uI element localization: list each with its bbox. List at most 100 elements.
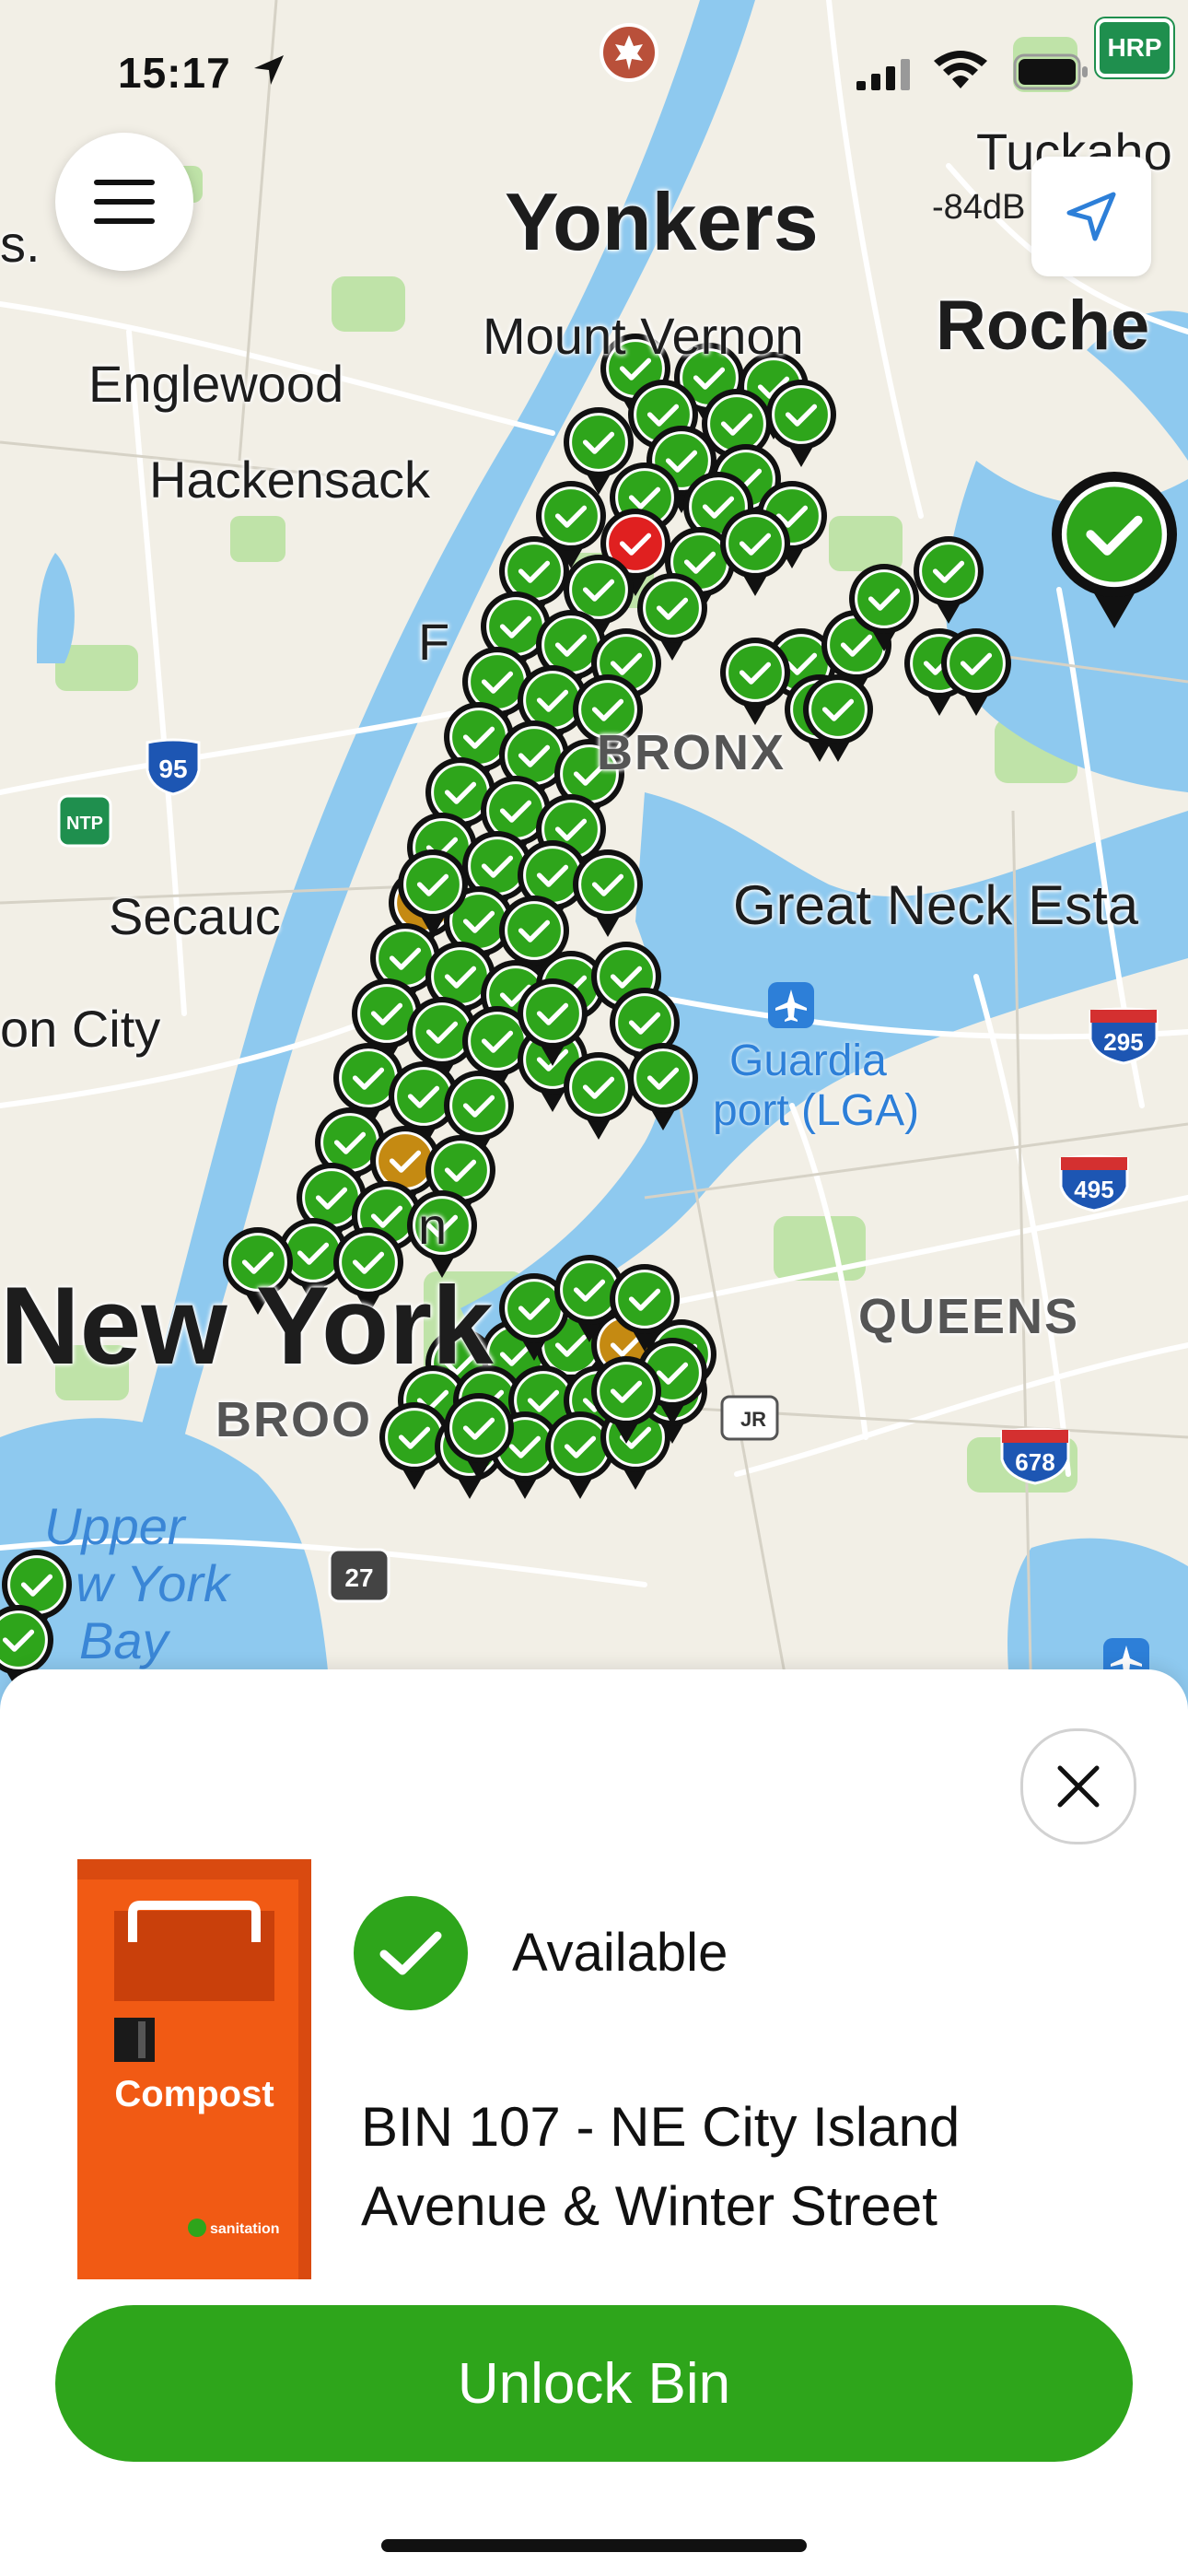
availability-status: Available	[512, 1923, 728, 1983]
bin-pin-fill	[855, 569, 914, 628]
bin-pin-fill	[431, 947, 490, 1006]
label-yonkers: Yonkers	[505, 176, 819, 267]
bin-pin-fill	[486, 781, 545, 840]
bin-pin-fill	[707, 394, 766, 453]
cellular-signal-icon	[856, 59, 910, 90]
bin-pin-fill	[523, 846, 582, 905]
label-englewood: Englewood	[88, 355, 344, 413]
sanitation-logo: sanitation	[210, 2221, 280, 2237]
bin-pin-fill	[413, 1002, 472, 1061]
bin-pin-fill	[449, 1076, 508, 1135]
svg-text:NTP: NTP	[66, 814, 103, 834]
locate-me-button[interactable]	[1031, 157, 1151, 276]
label-hackensack: Hackensack	[149, 451, 431, 509]
interstate-shield-495: 495	[1059, 1154, 1129, 1212]
label-upper-bay-3: Bay	[79, 1611, 169, 1669]
bin-pin-fill	[551, 1417, 610, 1476]
close-icon	[1057, 1765, 1100, 1808]
bin-pin-fill	[505, 1279, 564, 1338]
bin-pin-fill	[523, 671, 582, 730]
label-jersey-city: on City	[0, 1000, 161, 1058]
signal-readout: -84dB	[932, 188, 1026, 227]
bin-pin-fill	[339, 1048, 398, 1107]
bin-pin-fill	[809, 680, 868, 739]
unlock-bin-button[interactable]: Unlock Bin	[55, 2305, 1133, 2462]
bin-address: BIN 107 - NE City Island Avenue & Winter…	[361, 2096, 961, 2237]
label-upper-bay-1: Upper	[44, 1497, 185, 1555]
bin-pin-fill	[560, 1260, 619, 1319]
label-new-york: New York	[0, 1264, 494, 1388]
bin-pin-fill	[569, 560, 628, 619]
bin-pin-fill	[726, 514, 785, 573]
bin-pin-fill	[468, 1012, 527, 1071]
bin-pin-fill	[634, 1048, 693, 1107]
bin-pin-fill	[505, 542, 564, 601]
svg-text:JR: JR	[740, 1408, 766, 1431]
label-queens: QUEENS	[858, 1289, 1080, 1344]
bin-pin-fill	[431, 1141, 490, 1200]
bin-pin-fill	[578, 855, 637, 914]
svg-text:27: 27	[344, 1563, 373, 1592]
bin-pin-fill	[597, 1362, 656, 1421]
location-arrow-icon	[254, 55, 284, 85]
bin-pin-fill	[468, 652, 527, 711]
ntp-shield: NTP	[57, 794, 112, 848]
bin-pin-fill	[468, 837, 527, 896]
label-upper-bay-2: w York	[76, 1554, 230, 1612]
bin-pin-fill	[357, 984, 416, 1043]
interstate-shield-295: 295	[1089, 1007, 1159, 1065]
route-shield-27: 27	[328, 1548, 390, 1603]
bin-pin-fill	[431, 763, 490, 822]
label-secaucus: Secauc	[109, 887, 281, 945]
bin-pin-fill	[772, 385, 831, 444]
status-bar: 15:17 HRP	[0, 0, 1188, 147]
available-status-icon	[354, 1896, 468, 2010]
compost-label: Compost	[114, 2074, 274, 2114]
svg-text:95: 95	[158, 755, 187, 783]
bin-pin-fill	[394, 1067, 453, 1126]
checkmark-icon	[379, 1931, 442, 1975]
label-brooklyn: BROO	[215, 1392, 372, 1447]
svg-text:295: 295	[1103, 1028, 1143, 1056]
bin-pin-fill	[320, 1113, 379, 1172]
label-laguardia-1: Guardia	[729, 1036, 887, 1085]
svg-text:495: 495	[1074, 1176, 1113, 1203]
bin-pin-fill	[569, 413, 628, 472]
bin-pin-fill	[505, 901, 564, 960]
bin-pin-fill	[449, 1399, 508, 1458]
label-mount-vernon: Mount Vernon	[483, 307, 804, 365]
home-indicator	[381, 2539, 807, 2552]
map-view[interactable]: Yonkers Mount Vernon Tuckaho Roche Engle…	[0, 0, 1188, 1714]
bin-pin-fill	[7, 1555, 66, 1614]
bin-pin-fill	[643, 579, 702, 638]
label-f-partial: F	[418, 613, 450, 671]
jr-train-icon: JR	[720, 1395, 779, 1441]
airport-icon	[768, 982, 814, 1028]
status-time: 15:17	[118, 49, 231, 97]
bin-pin-fill	[449, 708, 508, 767]
hamburger-icon	[94, 180, 155, 224]
bin-pin-fill	[523, 984, 582, 1043]
bin-pin-fill	[726, 643, 785, 702]
label-bronx: BRONX	[597, 725, 786, 780]
bin-pin-fill	[376, 1131, 435, 1190]
battery-icon	[1013, 53, 1088, 90]
bin-pin-fill	[615, 993, 674, 1052]
bin-pin-fill	[1061, 481, 1168, 588]
label-great-neck: Great Neck Esta	[733, 874, 1139, 936]
hrp-badge: HRP	[1096, 18, 1173, 77]
bin-pin-fill	[376, 929, 435, 988]
bin-pin-fill	[947, 634, 1006, 693]
label-laguardia-2: port (LGA)	[713, 1086, 920, 1135]
menu-button[interactable]	[55, 133, 193, 271]
bin-pin-fill	[486, 597, 545, 656]
bin-pin-fill	[615, 1270, 674, 1329]
svg-text:678: 678	[1015, 1448, 1054, 1476]
wifi-icon	[934, 51, 987, 88]
close-button[interactable]	[1020, 1728, 1136, 1844]
bin-pin-fill	[542, 486, 600, 545]
bin-pin-fill	[919, 542, 978, 601]
navigation-arrow-icon	[1066, 192, 1116, 241]
label-s-partial: s.	[0, 215, 41, 273]
label-n-partial: n	[418, 1197, 448, 1255]
